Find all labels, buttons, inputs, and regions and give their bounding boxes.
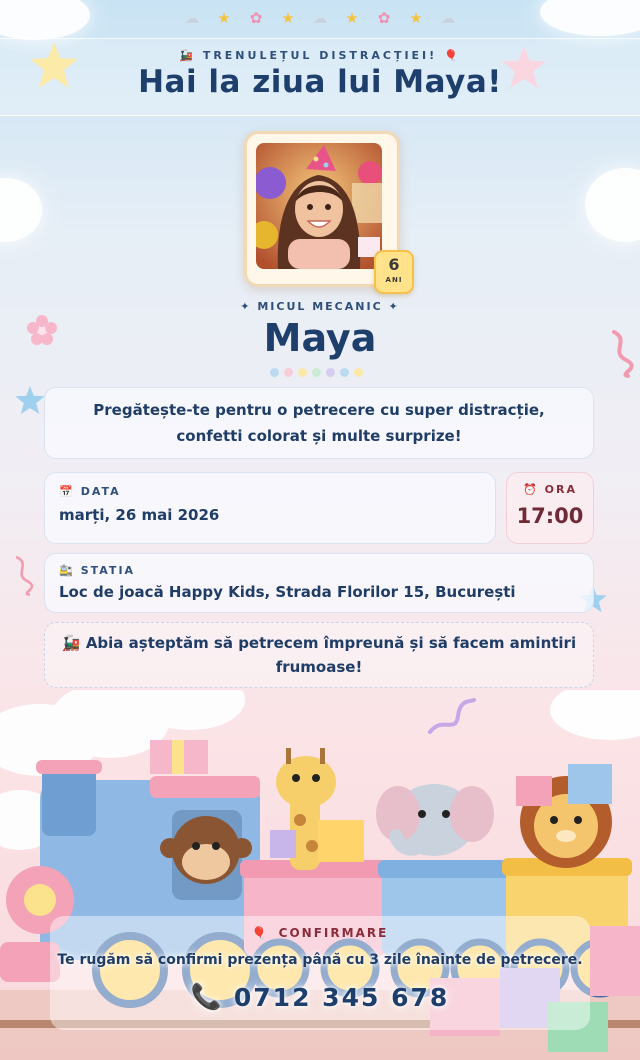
elephant bbox=[376, 784, 494, 856]
header-banner: 🚂 TRENULEȚUL DISTRACȚIEI! 🎈 Hai la ziua … bbox=[0, 38, 640, 116]
star-icon: ★ bbox=[409, 9, 423, 27]
phone-icon: 📞 bbox=[190, 982, 224, 1011]
date-label: DATA bbox=[80, 485, 121, 498]
train-icon: 🚂 bbox=[179, 49, 196, 62]
star-icon: ★ bbox=[345, 9, 359, 27]
child-subtitle: ✦ MICUL MECANIC ✦ bbox=[240, 300, 400, 313]
phone-link[interactable]: 📞 0712 345 678 bbox=[0, 982, 640, 1012]
rsvp-instructions: Te rugăm să confirmi prezența până cu 3 … bbox=[57, 952, 583, 968]
date-card: 📅 DATA marți, 26 mai 2026 bbox=[44, 472, 496, 544]
color-dot bbox=[354, 368, 363, 377]
cloud-decoration bbox=[585, 168, 640, 242]
page-title: Hai la ziua lui Maya! bbox=[138, 64, 502, 100]
color-dot bbox=[312, 368, 321, 377]
rsvp-label-row: 🎈 CONFIRMARE bbox=[0, 926, 640, 940]
closing-text: Abia așteptăm să petrecem împreună și să… bbox=[85, 634, 577, 676]
alarm-clock-icon: ⏰ bbox=[522, 483, 539, 496]
color-dot bbox=[340, 368, 349, 377]
date-value: marți, 26 mai 2026 bbox=[59, 506, 220, 524]
station-value: Loc de joacă Happy Kids, Strada Florilor… bbox=[59, 583, 516, 601]
color-dot bbox=[270, 368, 279, 377]
color-dot bbox=[284, 368, 293, 377]
confetti-ribbon bbox=[15, 556, 34, 596]
closing-message: 🚂 Abia așteptăm să petrecem împreună și … bbox=[44, 622, 594, 688]
intro-card: Pregătește-te pentru o petrecere cu supe… bbox=[44, 387, 594, 459]
time-card: ⏰ ORA 17:00 bbox=[506, 472, 594, 544]
cloud-decoration bbox=[0, 178, 42, 242]
cloud-icon: ☁ bbox=[312, 9, 328, 27]
station-icon: 🚉 bbox=[59, 564, 75, 577]
flower-icon: ✿ bbox=[377, 9, 391, 27]
cloud-icon: ☁ bbox=[440, 9, 456, 27]
top-decoration-strip: ☁ ★ ✿ ★ ☁ ★ ✿ ★ ☁ bbox=[0, 0, 640, 36]
star-icon: ★ bbox=[217, 9, 231, 27]
time-label-row: ⏰ ORA bbox=[513, 483, 587, 496]
child-photo bbox=[256, 143, 382, 269]
color-dot bbox=[326, 368, 335, 377]
calendar-icon: 📅 bbox=[59, 485, 75, 498]
star-icon: ★ bbox=[281, 9, 295, 27]
color-dot bbox=[298, 368, 307, 377]
train-icon: 🚂 bbox=[61, 634, 81, 652]
station-card: 🚉 STATIA Loc de joacă Happy Kids, Strada… bbox=[44, 553, 594, 613]
cloud-icon: ☁ bbox=[184, 9, 200, 27]
balloon-icon: 🎈 bbox=[251, 926, 269, 940]
flower-icon: ✿ bbox=[249, 9, 263, 27]
time-value: 17:00 bbox=[516, 504, 584, 528]
date-label-row: 📅 DATA bbox=[59, 485, 481, 498]
station-label-row: 🚉 STATIA bbox=[59, 564, 579, 577]
rsvp-label: CONFIRMARE bbox=[278, 926, 389, 940]
kicker-text: TRENULEȚUL DISTRACȚIEI! bbox=[202, 49, 438, 62]
header-kicker: 🚂 TRENULEȚUL DISTRACȚIEI! 🎈 bbox=[0, 49, 640, 62]
phone-number[interactable]: 0712 345 678 bbox=[234, 983, 449, 1012]
balloon-icon: 🎈 bbox=[444, 49, 461, 62]
age-badge: 6 ANI bbox=[374, 250, 414, 294]
age-unit: ANI bbox=[385, 276, 403, 284]
station-label: STATIA bbox=[80, 564, 136, 577]
time-label: ORA bbox=[544, 483, 578, 496]
star-decoration bbox=[15, 385, 45, 415]
age-number: 6 bbox=[388, 255, 400, 274]
child-name: Maya bbox=[263, 316, 377, 360]
color-dots bbox=[270, 368, 363, 377]
